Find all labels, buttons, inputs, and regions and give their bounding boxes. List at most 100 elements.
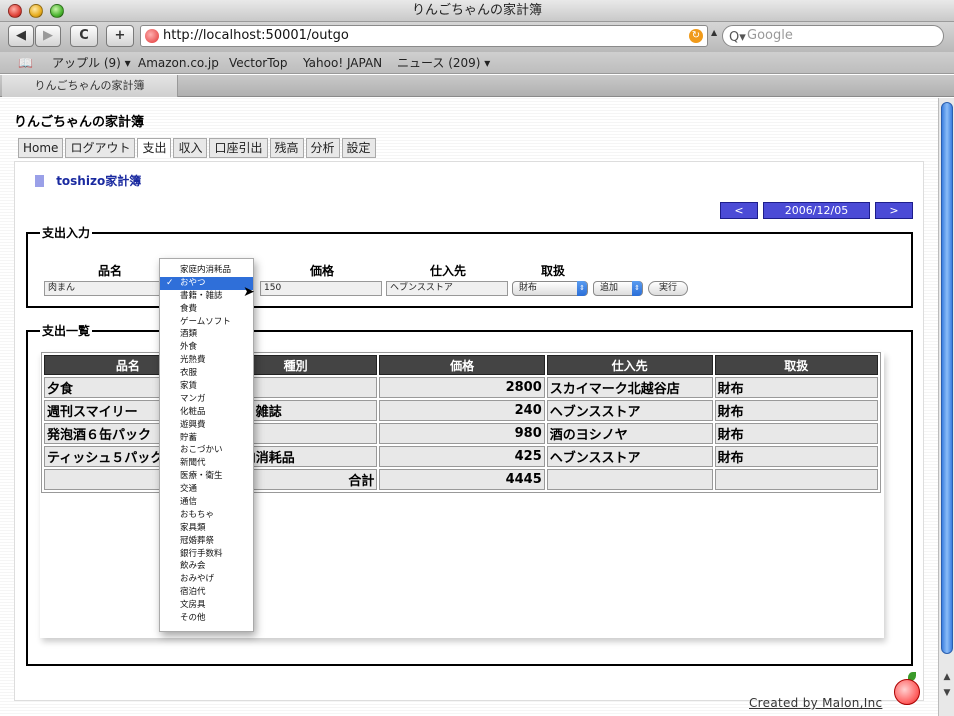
scroll-down-icon[interactable]: ▼ xyxy=(941,688,953,702)
row-vendor: スカイマーク北越谷店 xyxy=(546,377,713,398)
bookmark-amazon[interactable]: Amazon.co.jp xyxy=(138,52,219,74)
vertical-scrollbar[interactable]: ▲ ▼ xyxy=(938,98,954,716)
minimize-window-button[interactable] xyxy=(29,4,43,18)
dropdown-option[interactable]: 書籍・雑誌 xyxy=(160,290,253,303)
footer-credit-link[interactable]: Created by Malon,Inc xyxy=(749,696,882,710)
dropdown-option[interactable]: マンガ xyxy=(160,393,253,406)
vendor-input[interactable]: ヘブンスストア xyxy=(386,281,508,296)
row-vendor: ヘブンスストア xyxy=(546,400,713,421)
item-input[interactable]: 肉まん xyxy=(44,281,162,296)
total-empty-method xyxy=(714,469,878,490)
close-window-button[interactable] xyxy=(8,4,22,18)
reload-button[interactable]: C xyxy=(70,25,98,47)
tab-logout[interactable]: ログアウト xyxy=(65,138,136,158)
dropdown-option-label: 医療・衛生 xyxy=(180,471,223,482)
action-select[interactable]: 追加 ⇕ xyxy=(593,281,643,296)
dropdown-option-label: 衣服 xyxy=(180,368,198,379)
dropdown-option-label: 家庭内消耗品 xyxy=(180,265,232,275)
prev-date-button[interactable]: < xyxy=(720,202,758,219)
bookmark-news[interactable]: ニュース (209) ▾ xyxy=(397,52,490,74)
browser-tab[interactable]: りんごちゃんの家計簿 xyxy=(2,75,178,97)
category-dropdown-menu[interactable]: 家庭内消耗品 ✓ おやつ 書籍・雑誌 食費 ゲームソフト 酒類 外食光熱費衣服 家賃 マンガ 化粧品… xyxy=(159,258,254,632)
dropdown-option-label: おもちゃ xyxy=(180,509,215,520)
browser-tab-strip: りんごちゃんの家計簿 xyxy=(0,75,954,97)
dropdown-option[interactable]: ゲームソフト xyxy=(160,316,253,329)
method-select-value: 財布 xyxy=(519,283,538,293)
page-viewport: りんごちゃんの家計簿 Home ログアウト 支出 収入 口座引出 残高 分析 設… xyxy=(0,98,938,716)
row-method: 財布 xyxy=(714,446,878,467)
address-text: http://localhost:50001/outgo xyxy=(163,28,349,43)
dropdown-option[interactable]: 冠婚葬祭 xyxy=(160,535,253,548)
search-input[interactable]: Q▾ Google xyxy=(722,25,944,47)
dropdown-option[interactable]: 銀行手数料 xyxy=(160,548,253,561)
dropdown-option[interactable]: 貯蓄 xyxy=(160,432,253,445)
tab-analysis[interactable]: 分析 xyxy=(305,138,340,158)
dropdown-option[interactable]: 交通 xyxy=(160,483,253,496)
add-bookmark-button[interactable]: + xyxy=(106,25,134,47)
dropdown-option[interactable]: おこづかい xyxy=(160,444,253,457)
dropdown-option[interactable]: 化粧品 xyxy=(160,406,253,419)
dropdown-option[interactable]: おもちゃ xyxy=(160,509,253,522)
dropdown-option[interactable]: 医療・衛生 xyxy=(160,470,253,483)
dropdown-option[interactable]: ✓ おやつ xyxy=(160,276,253,290)
dropdown-option[interactable]: 宿泊代 xyxy=(160,586,253,599)
site-favicon-icon xyxy=(145,29,159,43)
dropdown-option[interactable]: 家庭内消耗品 xyxy=(160,264,253,277)
page-title: りんごちゃんの家計簿 xyxy=(14,115,145,130)
dropdown-option[interactable]: おみやげ xyxy=(160,573,253,586)
list-legend: 支出一覧 xyxy=(42,324,91,338)
dropdown-option-label: 外食 xyxy=(180,342,198,353)
scroll-up-icon[interactable]: ▲ xyxy=(941,672,953,686)
bookmarks-book-icon[interactable]: 📖 xyxy=(18,52,33,74)
back-button[interactable]: ◀ xyxy=(8,25,34,47)
browser-toolbar: ◀ ▶ C + http://localhost:50001/outgo ↻ ▲… xyxy=(0,22,954,52)
scrollbar-thumb[interactable] xyxy=(941,102,953,654)
table-header-price: 価格 xyxy=(379,355,545,375)
tab-income[interactable]: 収入 xyxy=(173,138,208,158)
address-menu-icon[interactable]: ▲ xyxy=(711,28,717,37)
tab-balance[interactable]: 残高 xyxy=(269,138,304,158)
dropdown-option[interactable]: その他 xyxy=(160,612,253,625)
address-bar[interactable]: http://localhost:50001/outgo ↻ xyxy=(140,25,708,47)
apple-logo-icon xyxy=(894,679,920,705)
search-placeholder: Google xyxy=(747,28,793,43)
row-method: 財布 xyxy=(714,400,878,421)
dropdown-option[interactable]: 酒類 xyxy=(160,328,253,341)
zoom-window-button[interactable] xyxy=(50,4,64,18)
dropdown-option-label: 光熱費 xyxy=(180,355,206,366)
dropdown-option[interactable]: 遊興費 xyxy=(160,419,253,432)
dropdown-option[interactable]: 家賃 xyxy=(160,380,253,393)
action-select-value: 追加 xyxy=(600,283,619,293)
dropdown-option-label: 貯蓄 xyxy=(180,432,198,443)
dropdown-option[interactable]: 衣服 xyxy=(160,367,253,380)
forward-button[interactable]: ▶ xyxy=(35,25,61,47)
dropdown-option[interactable]: 食費 xyxy=(160,303,253,316)
dropdown-option[interactable]: 新聞代 xyxy=(160,457,253,470)
tab-withdraw[interactable]: 口座引出 xyxy=(209,138,268,158)
dropdown-option[interactable]: 文房具 xyxy=(160,599,253,612)
window-title: りんごちゃんの家計簿 xyxy=(411,3,542,18)
dropdown-option-label: 家具類 xyxy=(180,522,206,533)
table-header-method: 取扱 xyxy=(714,355,878,375)
dropdown-option[interactable]: 家具類 xyxy=(160,522,253,535)
tab-settings[interactable]: 設定 xyxy=(341,138,376,158)
next-date-button[interactable]: > xyxy=(875,202,913,219)
dropdown-option-label: 新聞代 xyxy=(180,458,206,469)
dropdown-option[interactable]: 飲み会 xyxy=(160,560,253,573)
bookmark-apple[interactable]: アップル (9) ▾ xyxy=(52,52,131,74)
dropdown-option[interactable]: 外食 xyxy=(160,341,253,354)
bookmark-yahoo[interactable]: Yahoo! JAPAN xyxy=(303,52,382,74)
dropdown-option[interactable]: 光熱費 xyxy=(160,354,253,367)
rss-icon[interactable]: ↻ xyxy=(689,29,703,43)
tab-outgo[interactable]: 支出 xyxy=(137,138,172,158)
entry-legend: 支出入力 xyxy=(42,226,91,240)
method-select[interactable]: 財布 ⇕ xyxy=(512,281,588,296)
row-vendor: ヘブンスストア xyxy=(546,446,713,467)
dropdown-option-label: 冠婚葬祭 xyxy=(180,535,215,546)
price-input[interactable]: 150 xyxy=(260,281,382,296)
tab-home[interactable]: Home xyxy=(18,138,64,158)
dropdown-option[interactable]: 通信 xyxy=(160,496,253,509)
bookmark-vectortop[interactable]: VectorTop xyxy=(229,52,288,74)
exec-button[interactable]: 実行 xyxy=(648,281,688,296)
current-date[interactable]: 2006/12/05 xyxy=(763,202,870,219)
